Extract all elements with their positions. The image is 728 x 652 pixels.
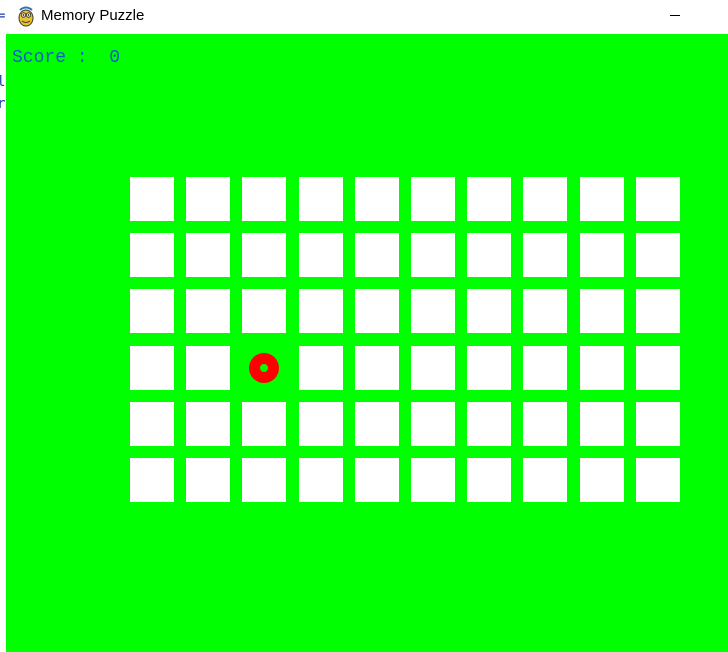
hidden-tile[interactable] — [299, 289, 343, 333]
hidden-tile[interactable] — [242, 289, 286, 333]
hidden-tile[interactable] — [355, 458, 399, 502]
hidden-tile[interactable] — [523, 177, 567, 221]
hidden-tile[interactable] — [130, 402, 174, 446]
hidden-tile[interactable] — [130, 346, 174, 390]
game-window: Memory Puzzle Score : 0 — [6, 0, 728, 652]
hidden-tile[interactable] — [299, 402, 343, 446]
pygame-snake-icon — [16, 5, 36, 27]
hidden-tile[interactable] — [467, 177, 511, 221]
background-text-fragment: l — [0, 74, 6, 90]
hidden-tile[interactable] — [186, 177, 230, 221]
hidden-tile[interactable] — [580, 289, 624, 333]
hidden-tile[interactable] — [186, 402, 230, 446]
hidden-tile[interactable] — [411, 233, 455, 277]
background-text-fragment: = — [0, 8, 6, 24]
window-title: Memory Puzzle — [41, 7, 145, 24]
hidden-tile[interactable] — [411, 402, 455, 446]
hidden-tile[interactable] — [467, 458, 511, 502]
hidden-tile[interactable] — [355, 402, 399, 446]
hidden-tile[interactable] — [130, 233, 174, 277]
hidden-tile[interactable] — [355, 233, 399, 277]
hidden-tile[interactable] — [523, 458, 567, 502]
tile-board — [130, 177, 682, 503]
hidden-tile[interactable] — [186, 289, 230, 333]
hidden-tile[interactable] — [636, 233, 680, 277]
hidden-tile[interactable] — [299, 346, 343, 390]
hidden-tile[interactable] — [636, 289, 680, 333]
hidden-tile[interactable] — [580, 233, 624, 277]
hidden-tile[interactable] — [299, 458, 343, 502]
score-display: Score : 0 — [12, 48, 120, 68]
hidden-tile[interactable] — [411, 458, 455, 502]
hidden-tile[interactable] — [186, 346, 230, 390]
hidden-tile[interactable] — [636, 346, 680, 390]
title-bar[interactable]: Memory Puzzle — [6, 0, 728, 34]
hidden-tile[interactable] — [242, 458, 286, 502]
hidden-tile[interactable] — [355, 346, 399, 390]
hidden-tile[interactable] — [355, 177, 399, 221]
hidden-tile[interactable] — [411, 177, 455, 221]
hidden-tile[interactable] — [130, 458, 174, 502]
hidden-tile[interactable] — [242, 402, 286, 446]
hidden-tile[interactable] — [523, 402, 567, 446]
donut-icon — [249, 353, 279, 383]
hidden-tile[interactable] — [467, 346, 511, 390]
hidden-tile[interactable] — [299, 177, 343, 221]
minimize-button[interactable] — [652, 0, 698, 30]
hidden-tile[interactable] — [580, 402, 624, 446]
hidden-tile[interactable] — [523, 233, 567, 277]
hidden-tile[interactable] — [411, 346, 455, 390]
hidden-tile[interactable] — [299, 233, 343, 277]
hidden-tile[interactable] — [523, 346, 567, 390]
hidden-tile[interactable] — [523, 289, 567, 333]
game-canvas[interactable]: Score : 0 — [6, 34, 728, 652]
hidden-tile[interactable] — [467, 402, 511, 446]
hidden-tile[interactable] — [242, 233, 286, 277]
hidden-tile[interactable] — [636, 177, 680, 221]
score-label: Score : — [12, 48, 88, 68]
revealed-tile[interactable] — [242, 346, 286, 390]
minimize-icon — [670, 15, 680, 16]
hidden-tile[interactable] — [580, 177, 624, 221]
hidden-tile[interactable] — [186, 233, 230, 277]
hidden-tile[interactable] — [411, 289, 455, 333]
score-value: 0 — [109, 48, 121, 68]
hidden-tile[interactable] — [242, 177, 286, 221]
hidden-tile[interactable] — [580, 346, 624, 390]
hidden-tile[interactable] — [130, 289, 174, 333]
hidden-tile[interactable] — [467, 289, 511, 333]
hidden-tile[interactable] — [186, 458, 230, 502]
hidden-tile[interactable] — [467, 233, 511, 277]
hidden-tile[interactable] — [636, 402, 680, 446]
hidden-tile[interactable] — [130, 177, 174, 221]
hidden-tile[interactable] — [636, 458, 680, 502]
hidden-tile[interactable] — [580, 458, 624, 502]
background-text-fragment: r — [0, 96, 6, 112]
hidden-tile[interactable] — [355, 289, 399, 333]
